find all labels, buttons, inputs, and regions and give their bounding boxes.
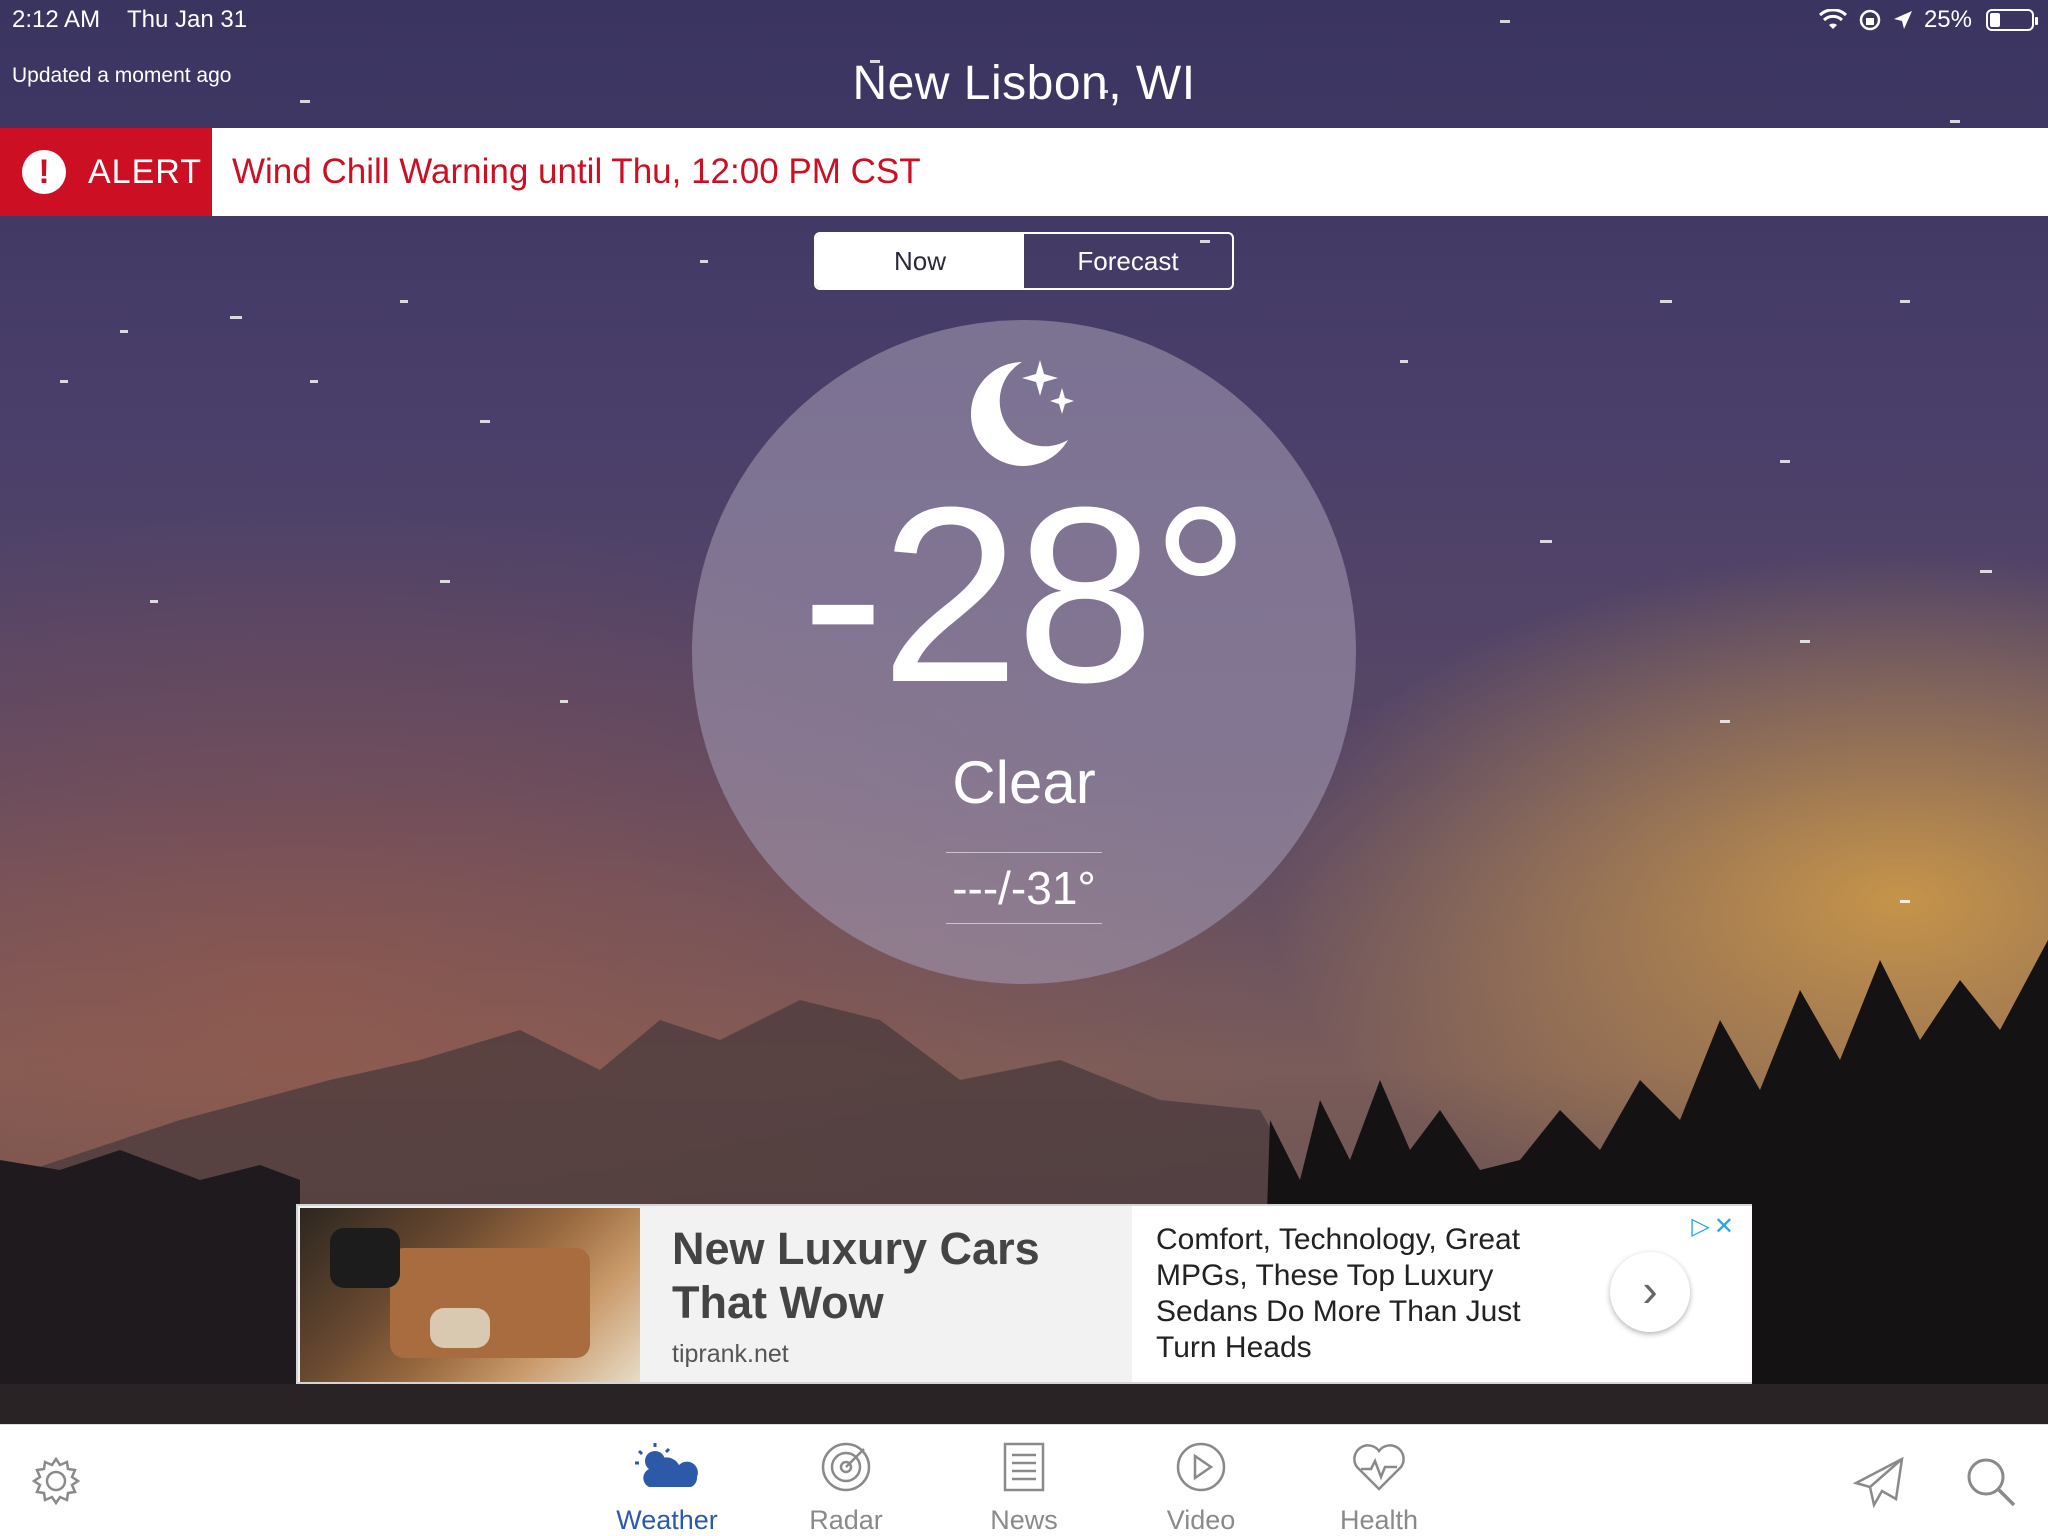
status-bar: 2:12 AM Thu Jan 31 25% <box>0 0 2048 40</box>
hi-lo-box: ---/-31° <box>946 852 1102 924</box>
current-condition: Clear <box>952 749 1096 816</box>
now-forecast-toggle[interactable]: Now Forecast <box>814 232 1234 290</box>
tab-forecast[interactable]: Forecast <box>1024 234 1232 288</box>
tab-radar-label: Radar <box>809 1505 883 1535</box>
moon-stars-icon <box>970 360 1074 466</box>
advertisement[interactable]: New Luxury Cars That Wow tiprank.net Com… <box>296 1204 1752 1384</box>
video-icon <box>1176 1442 1226 1492</box>
status-time: 2:12 AM <box>12 6 101 33</box>
tab-news[interactable]: News <box>954 1441 1094 1536</box>
alert-tag: ! ALERT <box>0 128 212 216</box>
weather-icon <box>635 1443 698 1487</box>
alert-banner[interactable]: ! ALERT Wind Chill Warning until Thu, 12… <box>0 128 2048 216</box>
tab-video[interactable]: Video <box>1131 1441 1271 1536</box>
news-icon <box>1003 1442 1045 1492</box>
current-temperature: -28° <box>801 455 1250 734</box>
chevron-right-icon[interactable]: › <box>1610 1252 1690 1332</box>
tab-weather[interactable]: Weather <box>597 1441 737 1536</box>
battery-icon <box>1986 9 2038 31</box>
settings-gear-icon[interactable] <box>30 1455 82 1507</box>
bottom-tab-bar: Weather Radar News Video Health <box>0 1424 2048 1536</box>
tab-news-label: News <box>990 1505 1058 1535</box>
airplane-icon[interactable] <box>1852 1455 1908 1509</box>
tab-video-label: Video <box>1166 1505 1236 1535</box>
ad-source: tiprank.net <box>672 1340 789 1368</box>
orientation-lock-icon <box>1859 9 1881 31</box>
ad-image[interactable] <box>300 1208 640 1382</box>
tab-now[interactable]: Now <box>816 234 1024 288</box>
ad-description-panel[interactable]: Comfort, Technology, Great MPGs, These T… <box>1132 1206 1752 1382</box>
ad-headline[interactable]: New Luxury Cars That Wow <box>672 1222 1092 1330</box>
status-date: Thu Jan 31 <box>127 6 248 33</box>
tab-health-label: Health <box>1339 1505 1419 1535</box>
wifi-icon <box>1818 9 1847 29</box>
location-title[interactable]: New Lisbon, WI <box>0 56 2048 111</box>
health-icon <box>1353 1444 1405 1491</box>
location-icon <box>1893 11 1912 29</box>
exclamation-icon: ! <box>22 150 66 194</box>
radar-icon <box>821 1442 871 1492</box>
adchoices-close-icon[interactable]: ▷✕ <box>1691 1212 1738 1241</box>
ad-description: Comfort, Technology, Great MPGs, These T… <box>1156 1223 1521 1364</box>
tab-weather-label: Weather <box>616 1505 718 1535</box>
alert-label: ALERT <box>88 152 202 191</box>
search-icon[interactable] <box>1964 1455 2018 1509</box>
tab-health[interactable]: Health <box>1309 1441 1449 1536</box>
battery-percent: 25% <box>1923 6 1972 33</box>
hi-lo-temperature: ---/-31° <box>952 862 1096 914</box>
status-right: 25% <box>1818 6 2038 34</box>
tab-radar[interactable]: Radar <box>776 1441 916 1536</box>
alert-text: Wind Chill Warning until Thu, 12:00 PM C… <box>232 152 921 191</box>
